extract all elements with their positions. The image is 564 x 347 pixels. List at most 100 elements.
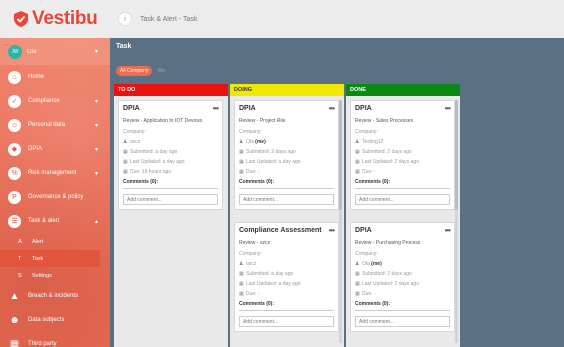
card-title: DPIA ••• [355, 104, 451, 113]
comment-input[interactable]: Add comment... [355, 316, 450, 327]
more-icon[interactable]: ••• [329, 104, 335, 113]
calendar-icon: ▦ [355, 149, 360, 155]
card-subtitle: Review - Sales Processes [355, 118, 414, 124]
user-icon: ♟ [123, 139, 128, 145]
card-assignee: ♟ Ola (me) [239, 139, 334, 145]
chevron-down-icon: ▾ [94, 49, 98, 55]
task-card[interactable]: DPIA ••• Review - Project Rile Company: ♟ Ola… [234, 100, 339, 210]
more-icon[interactable]: ••• [445, 104, 451, 113]
assignee-name: ozcz [130, 139, 141, 145]
card-due: ▦ Due: - [355, 169, 450, 175]
submitted-text: Submitted: a day ago [246, 271, 294, 277]
calendar-icon: ▦ [239, 159, 244, 165]
sidebar-item-label: Third party [28, 341, 57, 347]
calendar-icon: ▦ [355, 271, 360, 277]
sidebar-item-dpia[interactable]: ◆ DPIA ▾ [0, 137, 110, 161]
sidebar-item-label: Personal data [28, 122, 66, 128]
home-icon: ⌂ [8, 70, 21, 84]
sidebar-item-risk-management[interactable]: % Risk management ▾ [0, 161, 110, 185]
info-icon[interactable]: i [118, 12, 132, 26]
comment-input[interactable]: Add comment... [239, 194, 334, 205]
user-icon: ♟ [355, 261, 360, 267]
column-to-do: TO DO DPIA ••• Review - Application to IOT … [114, 84, 228, 347]
card-title: DPIA ••• [355, 226, 451, 235]
column-body: DPIA ••• Review - Sales Processes Company: ♟… [346, 96, 460, 347]
card-assignee: ♟ ozcz [123, 139, 218, 145]
sidebar-item-third-party[interactable]: ▦ Third party [0, 332, 110, 347]
sidebar-subitem-settings[interactable]: S Settings [0, 267, 110, 284]
card-due: ▦ Due: 19 hours ago [123, 169, 218, 175]
card-company: Company: [355, 129, 378, 135]
logo-text: Vestibu [32, 8, 98, 29]
task-card[interactable]: DPIA ••• Review - Purchasing Process Compan… [350, 222, 455, 332]
card-company: Company: [355, 251, 378, 257]
assignee-me: (me) [371, 261, 382, 267]
column-header: TO DO [114, 84, 228, 96]
assignee-name: ozcz [246, 261, 257, 267]
policy-icon: P [8, 190, 21, 204]
sidebar-item-governance-policy[interactable]: P Governance & policy [0, 185, 110, 209]
user-icon: ♟ [239, 261, 244, 267]
more-icon[interactable]: ••• [213, 104, 219, 113]
card-submitted: ▦ Submitted: a day ago [123, 149, 218, 155]
card-updated: ▦ Last Updated: 2 days ago [355, 159, 450, 165]
column-doing: DOING DPIA ••• Review - Project Rile Company… [230, 84, 344, 347]
scrollbar-thumb[interactable] [455, 100, 458, 210]
sidebar-item-label: Home [28, 74, 45, 80]
task-card[interactable]: Compliance Assessment ••• Review - ozcz Com… [234, 222, 339, 332]
assignee-name: Ola [246, 139, 254, 145]
sidebar-item-task-alert[interactable]: ☰ Task & alert ▴ [0, 209, 110, 233]
card-company: Company: [123, 129, 146, 135]
calendar-icon: ▦ [355, 281, 360, 287]
card-company: Company: [239, 129, 262, 135]
updated-text: Last Updated: 2 days ago [362, 281, 419, 287]
more-icon[interactable]: ••• [329, 226, 335, 235]
sidebar-subitem-task[interactable]: T Task [0, 250, 100, 267]
assignee-name: Ola [362, 261, 370, 267]
sidebar-item-label: DPIA [28, 146, 43, 152]
user-menu[interactable]: JW Ola ▾ [0, 38, 110, 65]
building-icon: ▦ [9, 338, 20, 347]
subitem-letter: T [18, 255, 22, 262]
more-icon[interactable]: ••• [445, 226, 451, 235]
sidebar-subitem-alert[interactable]: A Alert [0, 233, 110, 250]
scrollbar-thumb[interactable] [339, 100, 342, 210]
column-body: DPIA ••• Review - Project Rile Company: ♟ Ola… [230, 96, 344, 347]
column-scrollbar[interactable] [455, 100, 458, 343]
sidebar-item-label: Breach & incidents [28, 293, 79, 299]
user-icon: ♟ [239, 139, 244, 145]
card-subtitle: Review - ozcz [239, 240, 271, 246]
chevron-icon: ▴ [94, 218, 98, 225]
task-card[interactable]: DPIA ••• Review - Application to IOT Devic… [118, 100, 223, 210]
sidebar-item-label: Risk management [28, 170, 77, 176]
filter-all-company[interactable]: All Company [116, 66, 153, 76]
people-icon: ☻ [9, 314, 20, 326]
column-scrollbar[interactable] [339, 100, 342, 343]
calendar-icon: ▦ [239, 271, 244, 277]
shield-check-icon [14, 11, 28, 27]
sidebar-item-personal-data[interactable]: ☺ Personal data ▾ [0, 113, 110, 137]
sidebar-item-breach-incidents[interactable]: ▲ Breach & incidents [0, 284, 110, 308]
sidebar-item-data-subjects[interactable]: ☻ Data subjects [0, 308, 110, 332]
subitem-letter: S [18, 272, 22, 279]
card-title-text: Compliance Assessment [239, 227, 322, 234]
page-title: Task [116, 43, 132, 50]
sidebar: JW Ola ▾ ⌂ Home ✓ Compliance ▾ ☺ Personal data… [0, 38, 110, 347]
comment-input[interactable]: Add comment... [123, 194, 218, 205]
app-logo[interactable]: Vestibu [0, 0, 110, 38]
sidebar-item-home[interactable]: ⌂ Home [0, 65, 110, 89]
comment-input[interactable]: Add comment... [355, 194, 450, 205]
task-card[interactable]: DPIA ••• Review - Sales Processes Company: ♟… [350, 100, 455, 210]
warning-icon: ▲ [9, 290, 20, 302]
submitted-text: Submitted: 2 days ago [362, 271, 412, 277]
user-icon: ♟ [355, 139, 360, 145]
sidebar-item-label: Task & alert [28, 218, 60, 224]
calendar-icon: ▦ [123, 159, 128, 165]
updated-text: Last Updated: a day ago [246, 281, 301, 287]
filter-other[interactable]: Mo [158, 66, 165, 76]
shield-icon: ◆ [8, 142, 21, 156]
comment-input[interactable]: Add comment... [239, 316, 334, 327]
calendar-icon: ▦ [123, 149, 128, 155]
sidebar-item-compliance[interactable]: ✓ Compliance ▾ [0, 89, 110, 113]
compliance-icon: ✓ [8, 94, 21, 108]
